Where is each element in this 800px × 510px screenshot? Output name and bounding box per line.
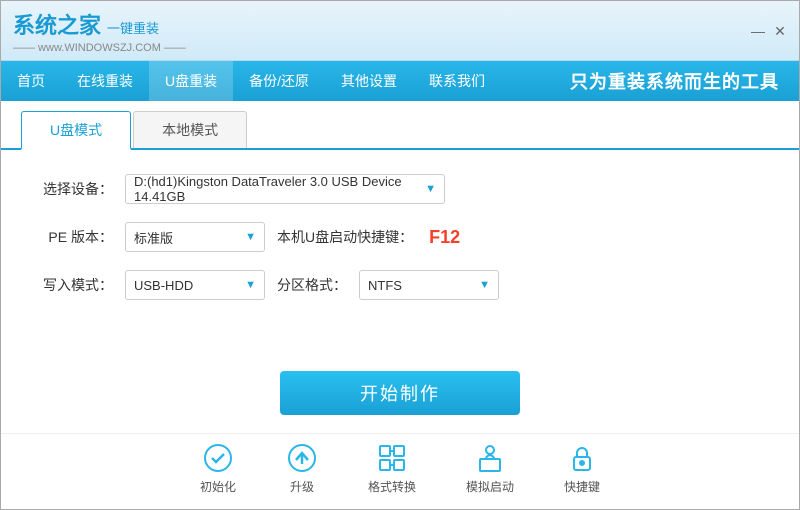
- nav-bar: 首页 在线重装 U盘重装 备份/还原 其他设置 联系我们 只为重装系统而生的工具: [1, 61, 799, 101]
- nav-items: 首页 在线重装 U盘重装 备份/还原 其他设置 联系我们: [1, 61, 570, 101]
- shortcut-label: 本机U盘启动快捷键：: [277, 227, 413, 247]
- write-label: 写入模式：: [41, 275, 113, 295]
- bottom-convert[interactable]: 格式转换: [368, 442, 416, 495]
- grid-convert-icon: [376, 442, 408, 474]
- device-row: 选择设备： D:(hd1)Kingston DataTraveler 3.0 U…: [41, 174, 759, 204]
- form-area: 选择设备： D:(hd1)Kingston DataTraveler 3.0 U…: [1, 150, 799, 361]
- part-arrow-icon: ▼: [479, 279, 490, 291]
- app-subtitle: 一键重装: [107, 18, 159, 37]
- nav-slogan: 只为重装系统而生的工具: [570, 61, 799, 101]
- bottom-simulate-label: 模拟启动: [466, 478, 514, 495]
- app-title: 系统之家: [13, 8, 101, 40]
- nav-backup[interactable]: 备份/还原: [233, 61, 325, 101]
- start-btn-row: 开始制作: [1, 371, 799, 415]
- pe-arrow-icon: ▼: [245, 231, 256, 243]
- lock-icon: [566, 442, 598, 474]
- bottom-upgrade-label: 升级: [290, 478, 314, 495]
- tab-local-mode[interactable]: 本地模式: [133, 111, 247, 148]
- app-url: —— www.WINDOWSZJ.COM ——: [13, 42, 186, 54]
- close-button[interactable]: ✕: [773, 24, 787, 38]
- tabs-row: U盘模式 本地模式: [1, 101, 799, 150]
- check-circle-icon: [202, 442, 234, 474]
- start-button[interactable]: 开始制作: [280, 371, 520, 415]
- minimize-button[interactable]: —: [751, 24, 765, 38]
- bottom-icons: 初始化 升级 格式转换: [1, 433, 799, 509]
- device-label: 选择设备：: [41, 179, 113, 199]
- upload-circle-icon: [286, 442, 318, 474]
- bottom-init-label: 初始化: [200, 478, 236, 495]
- bottom-shortcut[interactable]: 快捷键: [564, 442, 600, 495]
- device-select[interactable]: D:(hd1)Kingston DataTraveler 3.0 USB Dev…: [125, 174, 445, 204]
- part-select[interactable]: NTFS ▼: [359, 270, 499, 300]
- title-main: 系统之家 一键重装: [13, 8, 186, 40]
- nav-settings[interactable]: 其他设置: [325, 61, 413, 101]
- title-bar: 系统之家 一键重装 —— www.WINDOWSZJ.COM —— — ✕: [1, 1, 799, 61]
- pe-select[interactable]: 标准版 ▼: [125, 222, 265, 252]
- nav-contact[interactable]: 联系我们: [413, 61, 501, 101]
- bottom-convert-label: 格式转换: [368, 478, 416, 495]
- nav-home[interactable]: 首页: [1, 61, 61, 101]
- pe-label: PE 版本：: [41, 227, 113, 247]
- write-select[interactable]: USB-HDD ▼: [125, 270, 265, 300]
- window-controls: — ✕: [751, 24, 787, 38]
- write-value: USB-HDD: [134, 278, 193, 293]
- pe-value: 标准版: [134, 228, 173, 247]
- bottom-simulate[interactable]: 模拟启动: [466, 442, 514, 495]
- write-row: 写入模式： USB-HDD ▼ 分区格式： NTFS ▼: [41, 270, 759, 300]
- shortcut-key: F12: [429, 227, 460, 248]
- person-screen-icon: [474, 442, 506, 474]
- tab-usb-mode[interactable]: U盘模式: [21, 111, 131, 150]
- nav-usb[interactable]: U盘重装: [149, 61, 233, 101]
- nav-online[interactable]: 在线重装: [61, 61, 149, 101]
- device-arrow-icon: ▼: [425, 183, 436, 195]
- pe-row: PE 版本： 标准版 ▼ 本机U盘启动快捷键： F12: [41, 222, 759, 252]
- main-content: U盘模式 本地模式 选择设备： D:(hd1)Kingston DataTrav…: [1, 101, 799, 509]
- bottom-shortcut-label: 快捷键: [564, 478, 600, 495]
- app-window: 系统之家 一键重装 —— www.WINDOWSZJ.COM —— — ✕ 首页…: [0, 0, 800, 510]
- device-value: D:(hd1)Kingston DataTraveler 3.0 USB Dev…: [134, 174, 419, 204]
- write-arrow-icon: ▼: [245, 279, 256, 291]
- title-left: 系统之家 一键重装 —— www.WINDOWSZJ.COM ——: [13, 8, 186, 54]
- bottom-upgrade[interactable]: 升级: [286, 442, 318, 495]
- part-value: NTFS: [368, 278, 402, 293]
- part-label: 分区格式：: [277, 275, 347, 295]
- bottom-init[interactable]: 初始化: [200, 442, 236, 495]
